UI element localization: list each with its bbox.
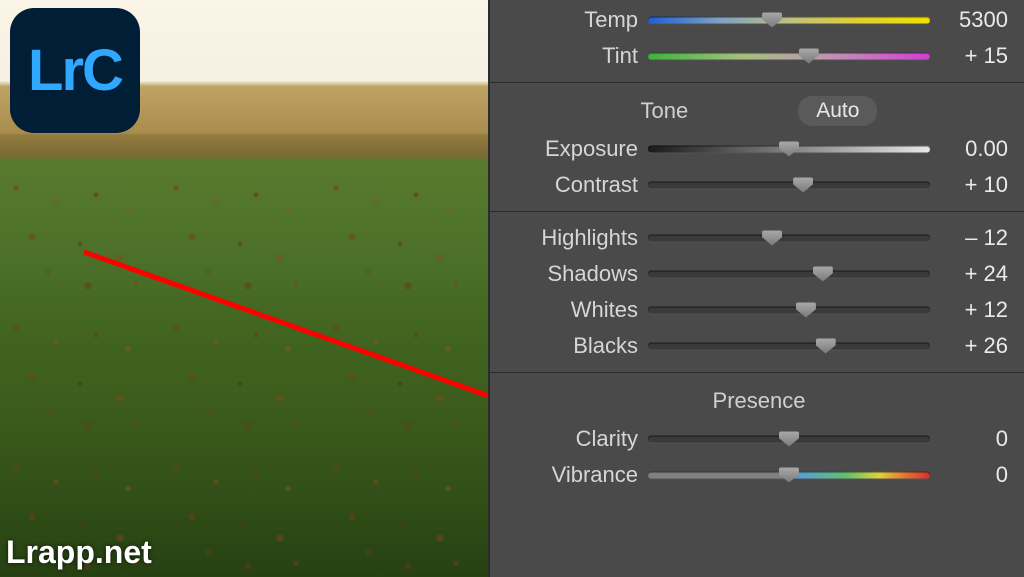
group-presence: Presence Clarity 0 Vibrance 0 xyxy=(490,372,1024,501)
slider-shadows[interactable] xyxy=(648,263,930,285)
row-temp: Temp 5300 xyxy=(510,2,1008,38)
slider-whites[interactable] xyxy=(648,299,930,321)
group-white-balance: Temp 5300 Tint + 15 xyxy=(490,2,1024,82)
row-highlights: Highlights – 12 xyxy=(510,220,1008,256)
app-stage: LrC Lrapp.net Temp 5300 Tint xyxy=(0,0,1024,577)
value-vibrance: 0 xyxy=(940,462,1008,488)
row-exposure: Exposure 0.00 xyxy=(510,131,1008,167)
slider-blacks[interactable] xyxy=(648,335,930,357)
develop-panel: Temp 5300 Tint + 15 Tone Auto xyxy=(488,0,1024,577)
row-clarity: Clarity 0 xyxy=(510,421,1008,457)
value-tint: + 15 xyxy=(940,43,1008,69)
slider-tint[interactable] xyxy=(648,45,930,67)
value-temp: 5300 xyxy=(940,7,1008,33)
slider-vibrance[interactable] xyxy=(648,464,930,486)
thumb-whites[interactable] xyxy=(796,303,816,318)
lrc-logo: LrC xyxy=(10,8,140,133)
row-tint: Tint + 15 xyxy=(510,38,1008,74)
label-tint: Tint xyxy=(510,43,638,69)
value-whites: + 12 xyxy=(940,297,1008,323)
thumb-shadows[interactable] xyxy=(813,267,833,282)
thumb-contrast[interactable] xyxy=(793,178,813,193)
header-tone: Tone Auto xyxy=(510,91,1008,131)
label-clarity: Clarity xyxy=(510,426,638,452)
title-tone: Tone xyxy=(641,98,689,124)
value-clarity: 0 xyxy=(940,426,1008,452)
thumb-blacks[interactable] xyxy=(816,339,836,354)
thumb-clarity[interactable] xyxy=(779,432,799,447)
watermark-text: Lrapp.net xyxy=(6,534,152,571)
slider-exposure[interactable] xyxy=(648,138,930,160)
label-highlights: Highlights xyxy=(510,225,638,251)
slider-clarity[interactable] xyxy=(648,428,930,450)
label-whites: Whites xyxy=(510,297,638,323)
lrc-logo-text: LrC xyxy=(28,37,122,104)
label-temp: Temp xyxy=(510,7,638,33)
thumb-temp[interactable] xyxy=(762,13,782,28)
value-blacks: + 26 xyxy=(940,333,1008,359)
header-presence: Presence xyxy=(510,381,1008,421)
label-blacks: Blacks xyxy=(510,333,638,359)
label-vibrance: Vibrance xyxy=(510,462,638,488)
group-light: Highlights – 12 Shadows + 24 Whites xyxy=(490,211,1024,372)
row-shadows: Shadows + 24 xyxy=(510,256,1008,292)
auto-button[interactable]: Auto xyxy=(798,96,877,126)
thumb-exposure[interactable] xyxy=(779,142,799,157)
thumb-highlights[interactable] xyxy=(762,231,782,246)
row-whites: Whites + 12 xyxy=(510,292,1008,328)
slider-temp[interactable] xyxy=(648,9,930,31)
value-shadows: + 24 xyxy=(940,261,1008,287)
slider-highlights[interactable] xyxy=(648,227,930,249)
thumb-tint[interactable] xyxy=(799,49,819,64)
value-highlights: – 12 xyxy=(940,225,1008,251)
row-contrast: Contrast + 10 xyxy=(510,167,1008,203)
label-exposure: Exposure xyxy=(510,136,638,162)
group-tone: Tone Auto Exposure 0.00 Contrast + 10 xyxy=(490,82,1024,211)
thumb-vibrance[interactable] xyxy=(779,468,799,483)
row-vibrance: Vibrance 0 xyxy=(510,457,1008,493)
row-blacks: Blacks + 26 xyxy=(510,328,1008,364)
value-exposure: 0.00 xyxy=(940,136,1008,162)
value-contrast: + 10 xyxy=(940,172,1008,198)
title-presence: Presence xyxy=(713,388,806,414)
label-contrast: Contrast xyxy=(510,172,638,198)
label-shadows: Shadows xyxy=(510,261,638,287)
slider-contrast[interactable] xyxy=(648,174,930,196)
